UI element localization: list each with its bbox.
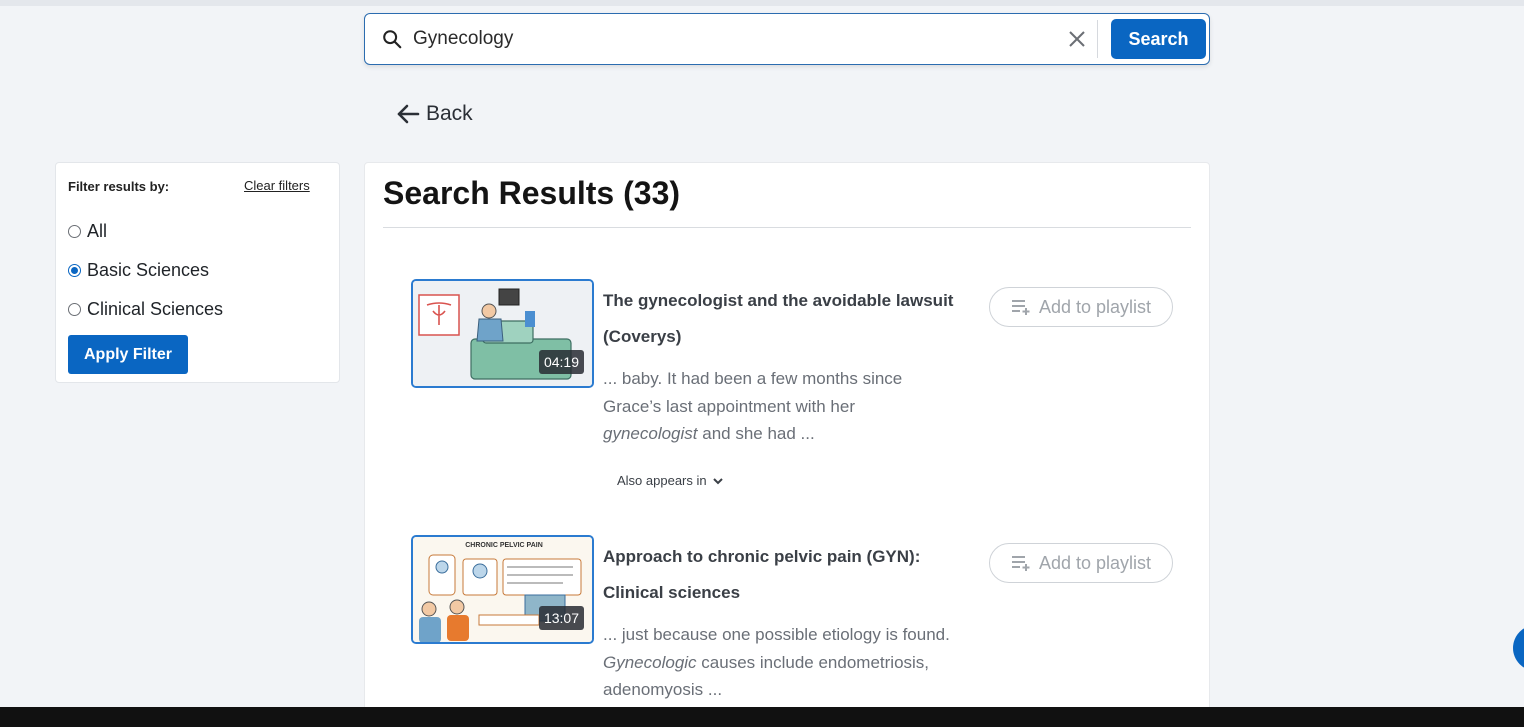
add-to-playlist-button[interactable]: Add to playlist (989, 287, 1173, 327)
also-appears-label: Also appears in (617, 473, 707, 488)
add-to-playlist-button[interactable]: Add to playlist (989, 543, 1173, 583)
playlist-add-icon (1011, 300, 1030, 315)
result-item: 04:19 The gynecologist and the avoidable… (411, 279, 1191, 499)
snippet-highlight: gynecologist (603, 424, 698, 443)
filter-panel: Filter results by: Clear filters All Bas… (55, 162, 340, 383)
clear-filters-link[interactable]: Clear filters (244, 178, 310, 193)
result-snippet: ... just because one possible etiology i… (603, 621, 993, 704)
back-label: Back (426, 102, 473, 125)
result-snippet: ... baby. It had been a few months since… (603, 365, 993, 448)
results-heading: Search Results (33) (383, 175, 681, 211)
results-divider (383, 227, 1191, 228)
snippet-line: gynecologist and she had ... (603, 420, 993, 448)
search-divider (1097, 20, 1098, 58)
filter-option-label: All (87, 221, 108, 241)
playlist-add-icon (1011, 556, 1030, 571)
radio-clinical-sciences[interactable] (68, 303, 81, 316)
video-thumbnail[interactable]: CHRONIC PELVIC PAIN 13:07 (411, 535, 594, 644)
playlist-label: Add to playlist (1038, 552, 1152, 573)
video-thumbnail[interactable]: 04:19 (411, 279, 594, 388)
radio-all[interactable] (68, 225, 81, 238)
video-duration: 04:19 (538, 350, 584, 374)
filter-title: Filter results by: (68, 179, 170, 194)
bottom-bar (0, 707, 1524, 727)
snippet-line: ... baby. It had been a few months since (603, 369, 903, 388)
chat-widget-button[interactable] (1513, 625, 1524, 671)
arrow-left-icon (397, 104, 420, 124)
filter-option-basic-sciences[interactable]: Basic Sciences (68, 260, 209, 281)
back-link[interactable]: Back (396, 99, 473, 129)
playlist-label: Add to playlist (1038, 296, 1152, 317)
filter-option-label: Clinical Sciences (87, 299, 224, 319)
apply-filter-button[interactable]: Apply Filter (68, 335, 188, 374)
thumbnail-heading: CHRONIC PELVIC PAIN (465, 542, 543, 549)
filter-option-label: Basic Sciences (87, 260, 210, 280)
close-icon[interactable] (1067, 29, 1087, 49)
snippet-line: Gynecologic causes include endometriosis… (603, 649, 993, 677)
snippet-highlight: Gynecologic (603, 652, 697, 672)
radio-basic-sciences[interactable] (68, 264, 81, 277)
snippet-tail: causes include endometriosis, (696, 652, 930, 672)
snippet-tail: and she had ... (697, 424, 815, 443)
video-duration: 13:07 (538, 606, 584, 630)
snippet-line: ... just because one possible etiology i… (603, 625, 950, 644)
results-panel: Search Results (33) 04:19 The gynecologi… (364, 162, 1210, 722)
snippet-line: Grace’s last appointment with her (603, 396, 855, 416)
search-icon (383, 30, 402, 49)
filter-option-clinical-sciences[interactable]: Clinical Sciences (68, 299, 223, 320)
top-strip (0, 0, 1524, 6)
result-title[interactable]: The gynecologist and the avoidable lawsu… (603, 283, 983, 355)
snippet-line: adenomyosis ... (603, 680, 723, 699)
also-appears-toggle[interactable]: Also appears in (617, 473, 725, 488)
result-item: CHRONIC PELVIC PAIN 13:07 Approach to ch… (411, 535, 1191, 715)
chevron-down-icon (712, 477, 723, 484)
search-bar: Search (364, 13, 1210, 65)
filter-option-all[interactable]: All (68, 221, 107, 242)
search-input[interactable] (413, 24, 1053, 54)
search-button[interactable]: Search (1111, 19, 1206, 59)
result-title[interactable]: Approach to chronic pelvic pain (GYN): C… (603, 539, 983, 611)
